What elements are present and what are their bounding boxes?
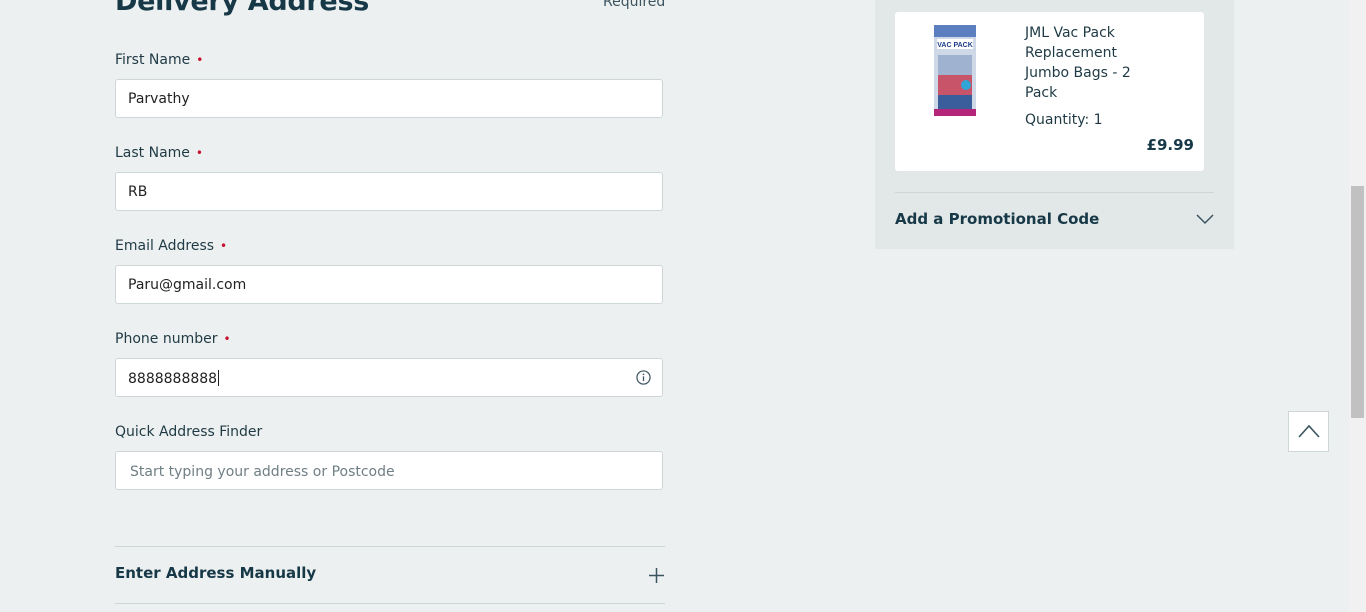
address-finder-input[interactable]: Start typing your address or Postcode bbox=[115, 451, 663, 490]
divider bbox=[115, 603, 665, 604]
last-name-label-text: Last Name bbox=[115, 145, 190, 161]
back-to-top-button[interactable] bbox=[1288, 411, 1329, 452]
email-value: Paru@gmail.com bbox=[128, 277, 247, 293]
email-label: Email Address • bbox=[115, 238, 227, 254]
first-name-value: Parvathy bbox=[128, 91, 190, 107]
divider bbox=[115, 546, 665, 547]
required-marker: • bbox=[223, 332, 231, 346]
phone-value-wrap: 8888888888 bbox=[128, 370, 220, 387]
info-icon[interactable] bbox=[636, 370, 651, 385]
email-input[interactable]: Paru@gmail.com bbox=[115, 265, 663, 304]
product-image-text: VAC PACK bbox=[937, 42, 973, 49]
first-name-label-text: First Name bbox=[115, 52, 191, 68]
last-name-value: RB bbox=[128, 184, 148, 200]
chevron-down-icon[interactable] bbox=[1196, 213, 1214, 225]
enter-address-manually-toggle[interactable]: Enter Address Manually bbox=[115, 564, 316, 582]
last-name-label: Last Name • bbox=[115, 145, 203, 161]
product-card: VAC PACK JML Vac Pack Replacement Jumbo … bbox=[895, 12, 1204, 171]
phone-label-text: Phone number bbox=[115, 331, 218, 347]
required-marker: • bbox=[196, 53, 204, 67]
email-label-text: Email Address bbox=[115, 238, 215, 254]
product-name[interactable]: JML Vac Pack Replacement Jumbo Bags - 2 … bbox=[1025, 23, 1165, 103]
required-note: Required bbox=[603, 0, 666, 10]
last-name-input[interactable]: RB bbox=[115, 172, 663, 211]
first-name-input[interactable]: Parvathy bbox=[115, 79, 663, 118]
phone-input[interactable]: 8888888888 bbox=[115, 358, 663, 397]
phone-value: 8888888888 bbox=[128, 371, 218, 387]
required-marker: • bbox=[195, 146, 203, 160]
text-caret bbox=[218, 370, 220, 386]
address-finder-label: Quick Address Finder bbox=[115, 424, 263, 440]
promo-code-toggle[interactable]: Add a Promotional Code bbox=[895, 210, 1099, 228]
phone-label: Phone number • bbox=[115, 331, 231, 347]
promo-divider bbox=[895, 192, 1214, 193]
product-price: £9.99 bbox=[1146, 136, 1194, 154]
product-image: VAC PACK bbox=[934, 25, 976, 116]
product-quantity: Quantity: 1 bbox=[1025, 112, 1103, 128]
required-marker: • bbox=[220, 239, 228, 253]
plus-icon[interactable] bbox=[648, 567, 665, 584]
page-title: Delivery Address bbox=[115, 0, 369, 17]
chevron-up-icon bbox=[1298, 424, 1320, 438]
scrollbar-thumb[interactable] bbox=[1351, 186, 1364, 418]
address-finder-placeholder: Start typing your address or Postcode bbox=[130, 464, 395, 480]
first-name-label: First Name • bbox=[115, 52, 203, 68]
